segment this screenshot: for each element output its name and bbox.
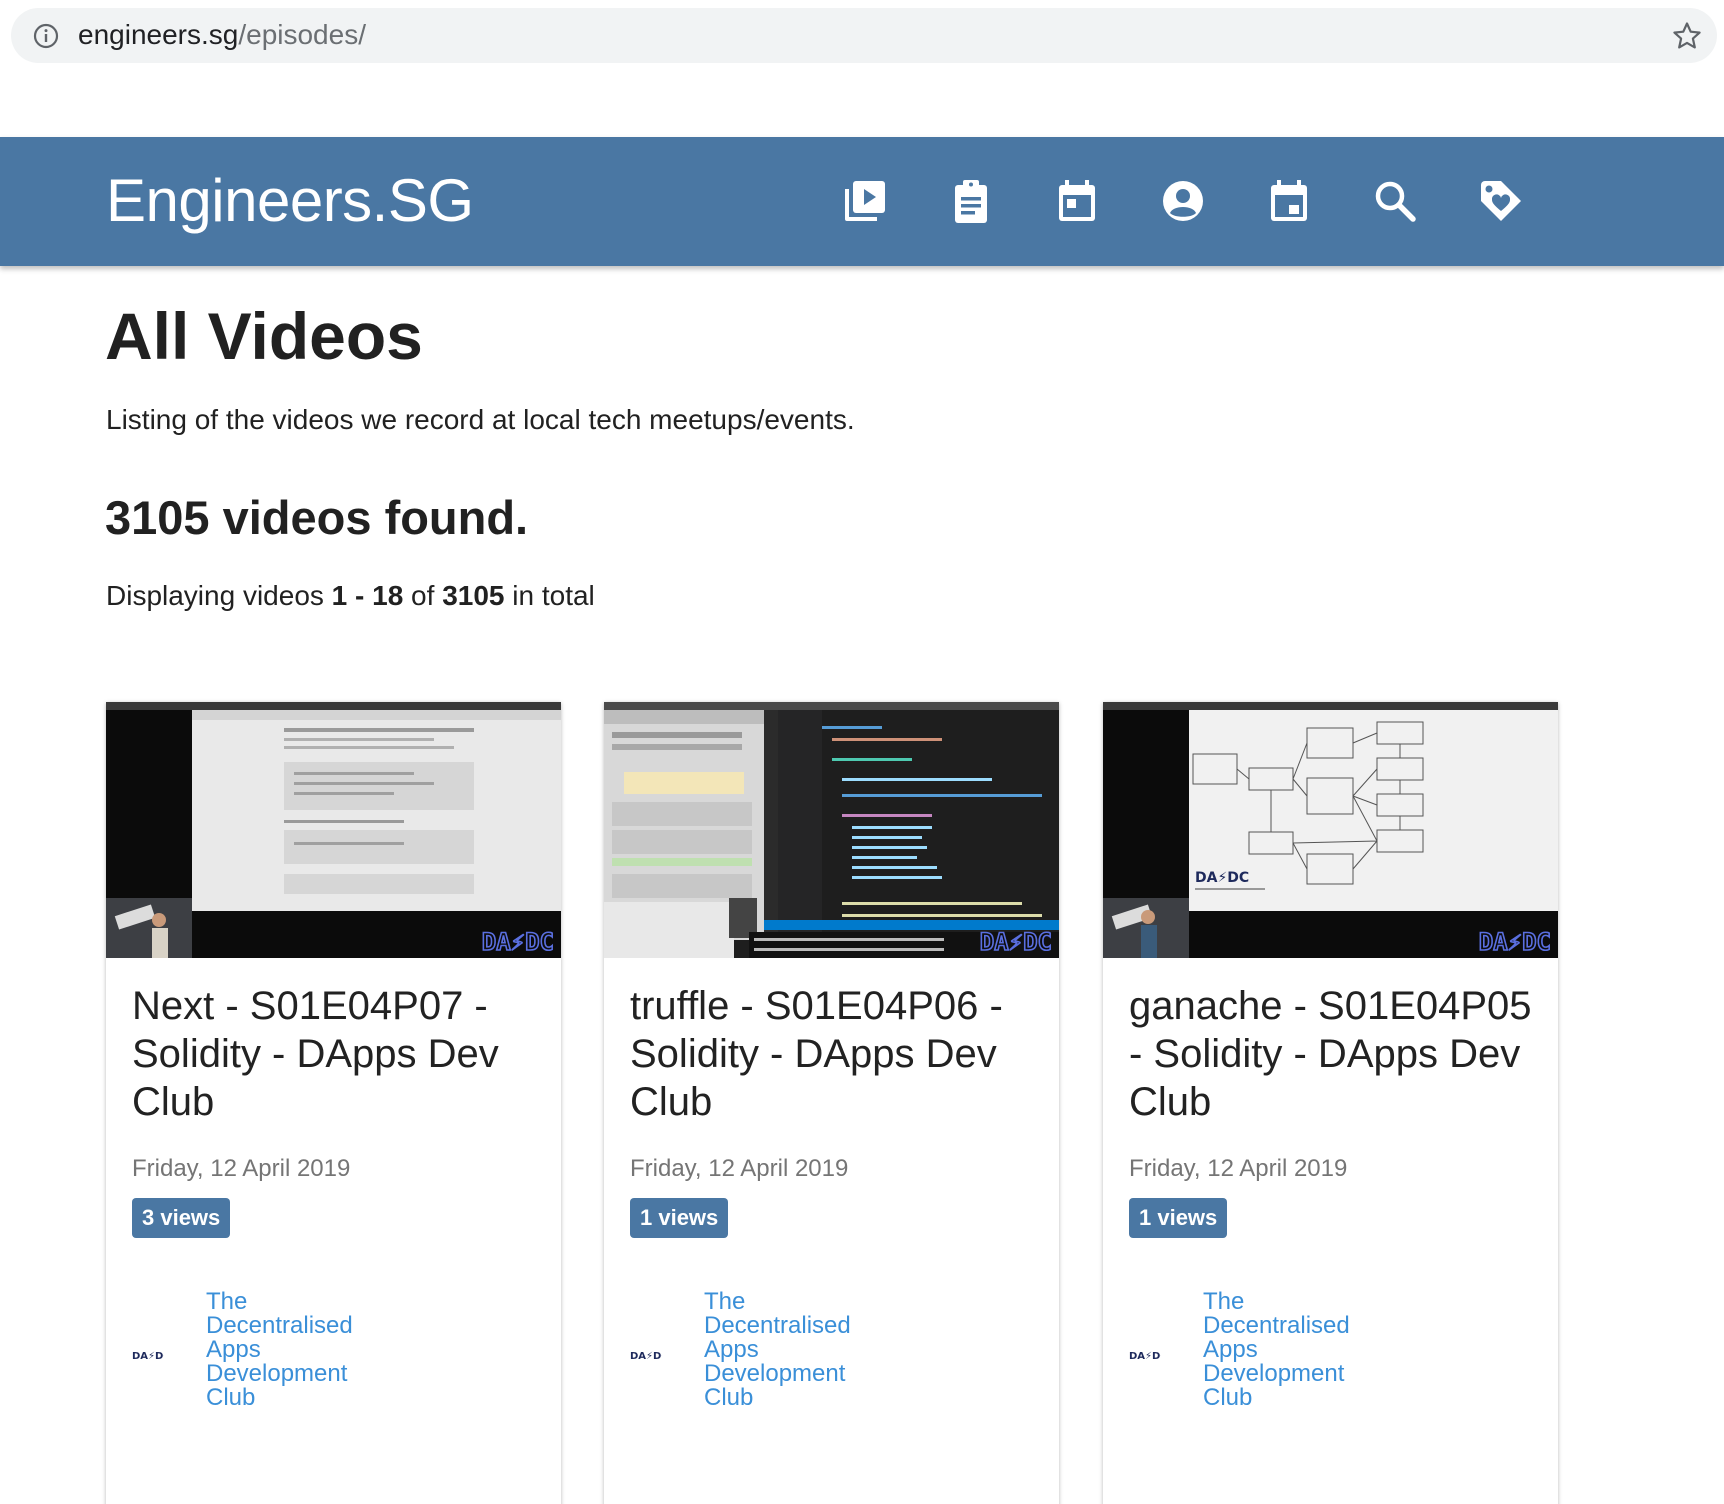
site-navbar: Engineers.SG — [0, 137, 1724, 266]
organization-link[interactable]: The Decentralised Apps Development Club — [1203, 1290, 1373, 1410]
site-brand[interactable]: Engineers.SG — [106, 166, 474, 236]
pagination-suffix: in total — [504, 580, 595, 611]
video-title[interactable]: truffle - S01E04P06 - Solidity - DApps D… — [630, 982, 1040, 1126]
url-host: engineers.sg — [78, 19, 239, 50]
thumbnail-watermark: DA⚡DC — [980, 928, 1052, 956]
thumbnail-watermark: DA⚡DC — [1479, 928, 1551, 956]
pagination-prefix: Displaying videos — [106, 580, 332, 611]
views-badge: 3 views — [132, 1198, 231, 1238]
video-thumbnail[interactable]: DA⚡DC — [106, 702, 561, 958]
results-count: 3105 videos found. — [105, 491, 529, 544]
account-circle-icon[interactable] — [1159, 177, 1207, 225]
video-card: DA⚡DC DA⚡DC ganache - S01E04P05 - Solidi… — [1103, 702, 1558, 1504]
url-path: /episodes/ — [238, 19, 366, 50]
pagination-total: 3105 — [442, 580, 505, 611]
video-thumbnail[interactable]: DA⚡DC DA⚡DC — [1103, 702, 1558, 958]
event-icon[interactable] — [1265, 177, 1313, 225]
organization-link[interactable]: The Decentralised Apps Development Club — [704, 1290, 874, 1410]
video-thumbnail[interactable]: DA⚡DC — [604, 702, 1059, 958]
pagination-range: 1 - 18 — [331, 580, 404, 611]
info-icon[interactable] — [32, 22, 60, 50]
video-library-icon[interactable] — [841, 177, 889, 225]
org-logo-text: DA⚡DC — [132, 1351, 164, 1362]
org-logo-text: DA⚡DC — [630, 1351, 662, 1362]
views-badge: 1 views — [630, 1198, 729, 1238]
video-card: DA⚡DC Next - S01E04P07 - Solidity - DApp… — [106, 702, 561, 1504]
search-icon[interactable] — [1371, 177, 1419, 225]
organization-logo: DA⚡DC — [1129, 1351, 1161, 1362]
thumbnail-watermark: DA⚡DC — [482, 928, 554, 956]
video-title[interactable]: Next - S01E04P07 - Solidity - DApps Dev … — [132, 982, 542, 1126]
clipboard-icon[interactable] — [947, 177, 995, 225]
pagination-summary: Displaying videos 1 - 18 of 3105 in tota… — [106, 578, 595, 614]
video-card: DA⚡DC truffle - S01E04P06 - Solidity - D… — [604, 702, 1059, 1504]
views-badge: 1 views — [1129, 1198, 1228, 1238]
org-logo-text: DA⚡DC — [1129, 1351, 1161, 1362]
calendar-icon[interactable] — [1053, 177, 1101, 225]
browser-address-bar[interactable]: engineers.sg/episodes/ — [11, 8, 1717, 63]
page-intro: Listing of the videos we record at local… — [106, 404, 855, 435]
video-date: Friday, 12 April 2019 — [1129, 1155, 1348, 1182]
tag-icon[interactable] — [1477, 177, 1525, 225]
pagination-of: of — [403, 580, 443, 611]
video-date: Friday, 12 April 2019 — [132, 1155, 351, 1182]
video-title[interactable]: ganache - S01E04P05 - Solidity - DApps D… — [1129, 982, 1539, 1126]
svg-text:DA⚡DC: DA⚡DC — [1195, 870, 1249, 886]
video-date: Friday, 12 April 2019 — [630, 1155, 849, 1182]
bookmark-star-icon[interactable] — [1671, 20, 1703, 52]
organization-link[interactable]: The Decentralised Apps Development Club — [206, 1290, 376, 1410]
url-text[interactable]: engineers.sg/episodes/ — [78, 18, 366, 52]
organization-logo: DA⚡DC — [132, 1351, 164, 1362]
organization-logo: DA⚡DC — [630, 1351, 662, 1362]
page-title: All Videos — [105, 299, 423, 373]
